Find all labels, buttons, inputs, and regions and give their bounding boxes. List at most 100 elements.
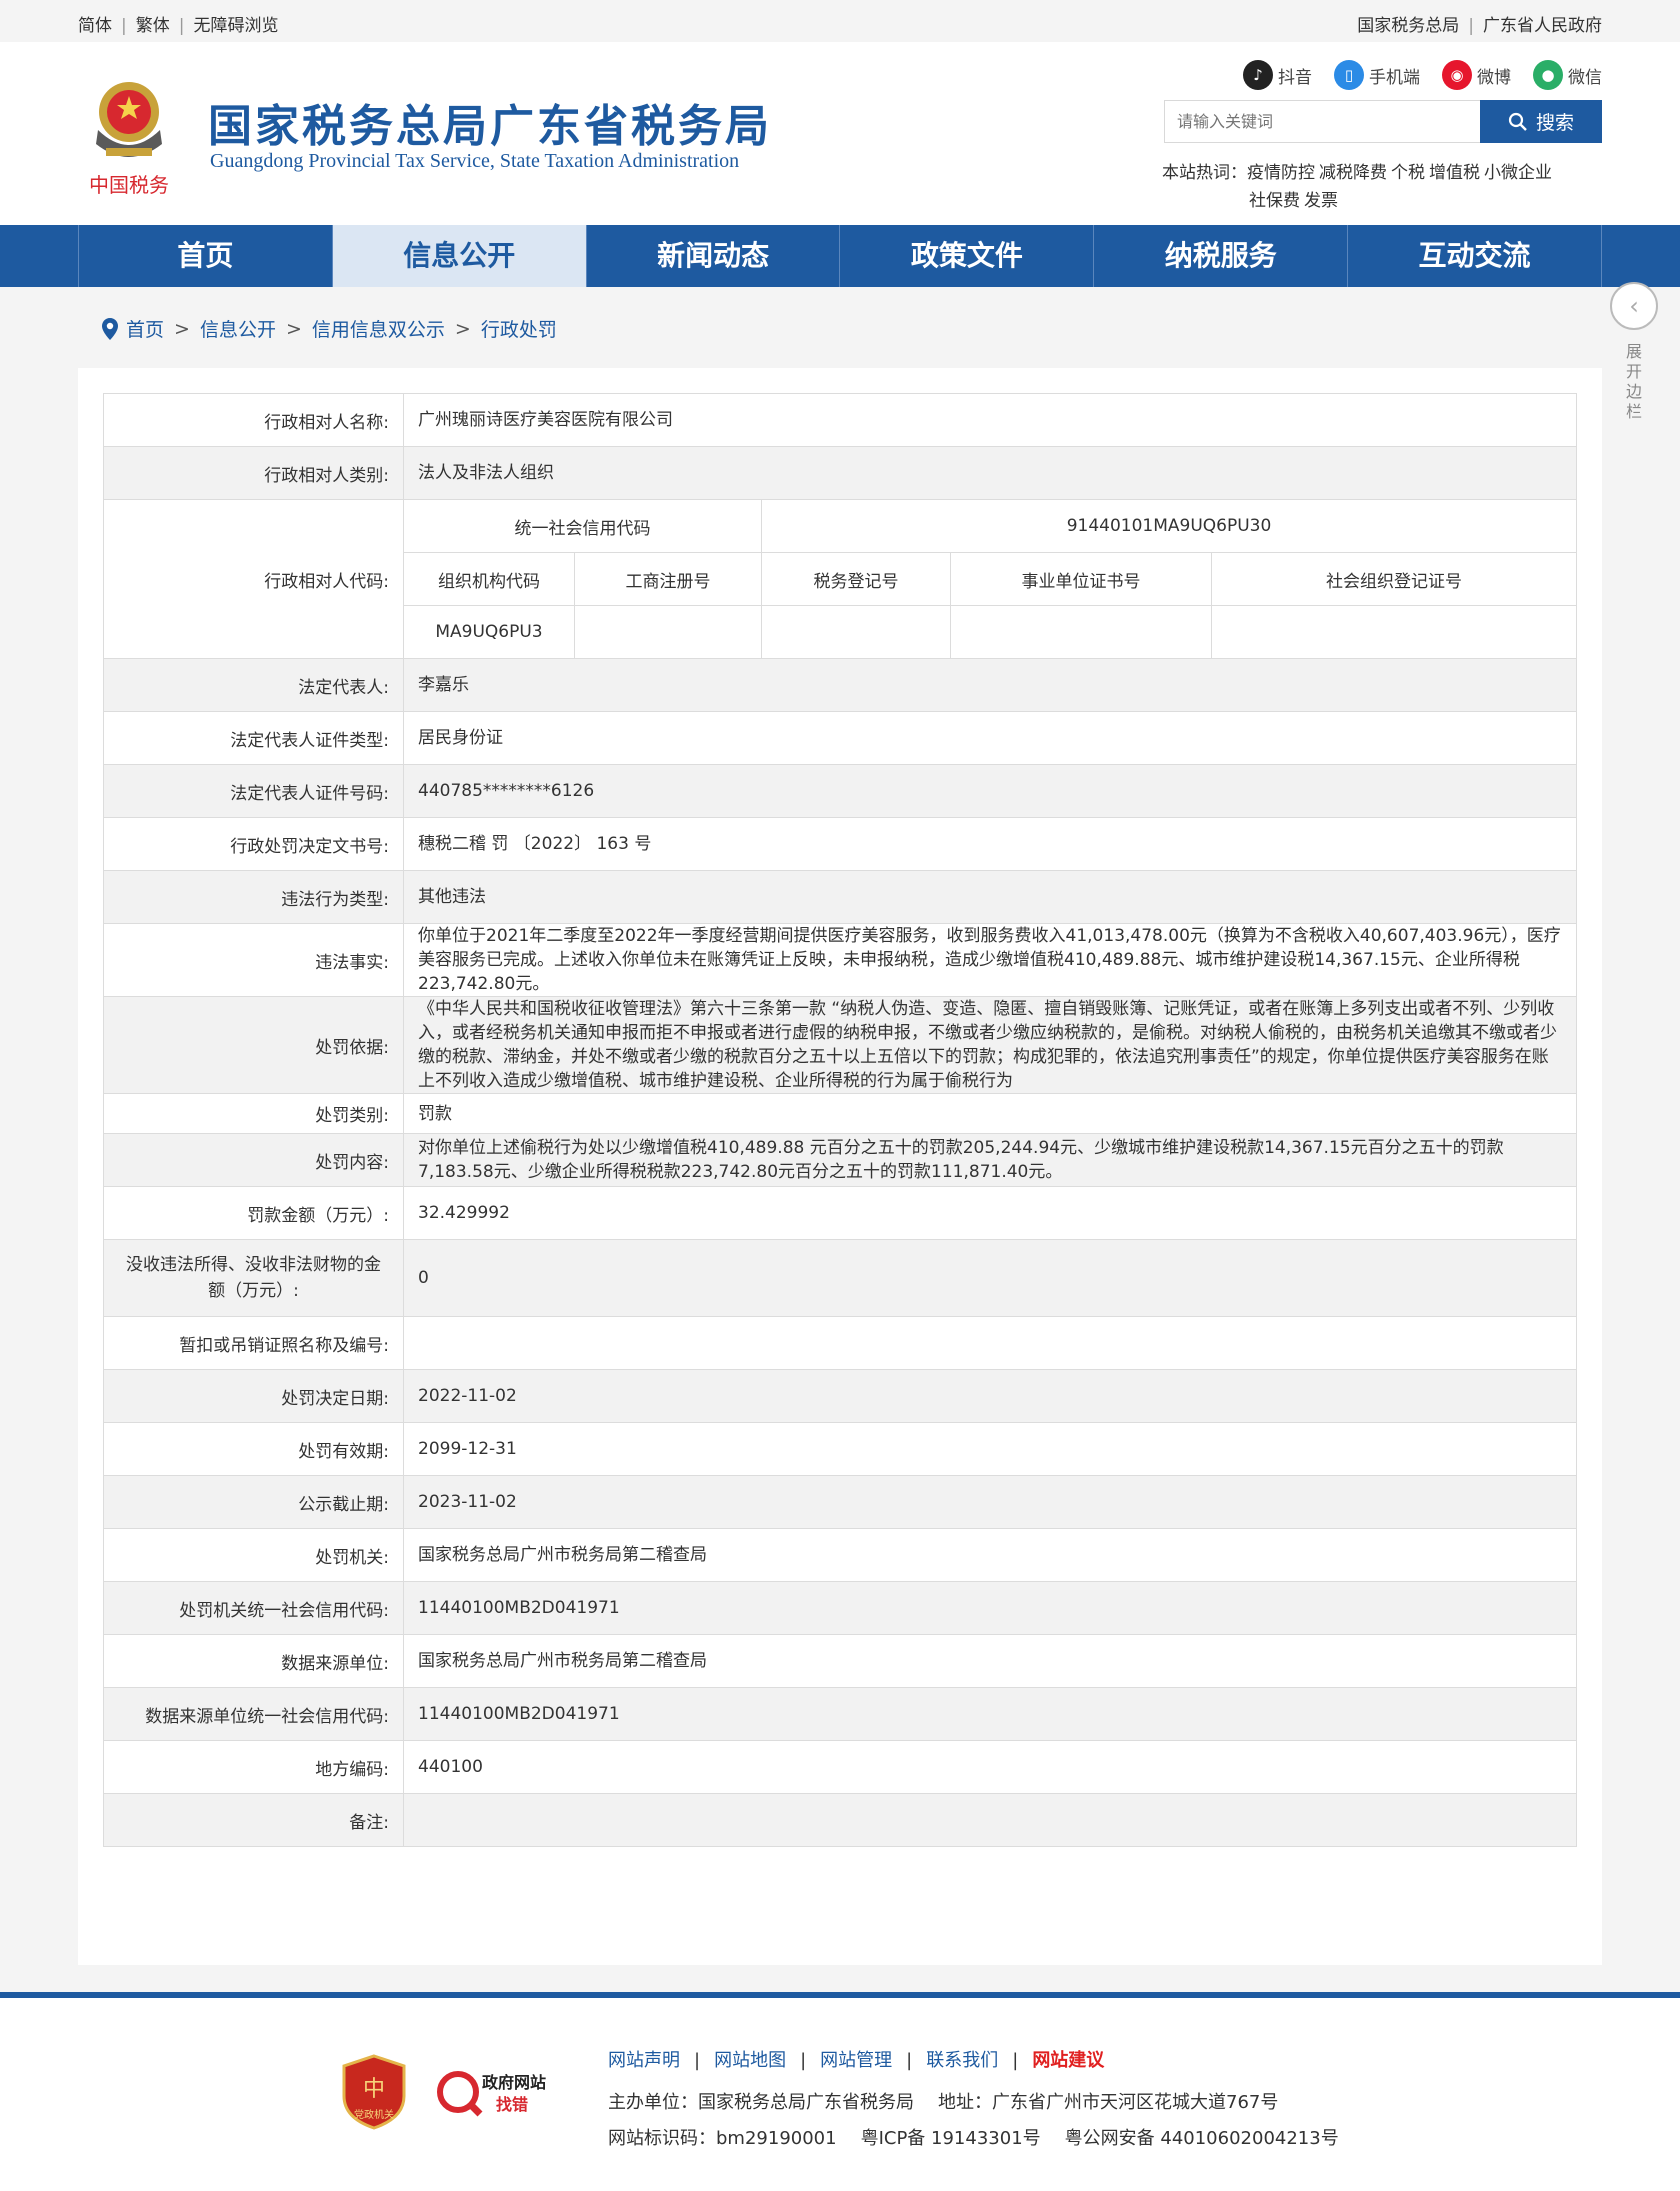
field-label: 法定代表人: [103, 658, 404, 712]
footer-links: 网站声明 | 网站地图 | 网站管理 | 联系我们 | 网站建议 [608, 2050, 1105, 2071]
field-value [403, 1316, 1577, 1370]
weibo-link[interactable]: ◉ 微博 [1442, 60, 1511, 90]
footer-link-suggestion[interactable]: 网站建议 [1032, 2050, 1104, 2071]
field-value: 你单位于2021年二季度至2022年一季度经营期间提供医疗美容服务，收到服务费收… [403, 923, 1577, 997]
hot-word[interactable]: 社保费 [1249, 191, 1300, 211]
footer-address: 地址：广东省广州市天河区花城大道767号 [938, 2092, 1279, 2113]
hot-word[interactable]: 发票 [1304, 191, 1338, 211]
hot-word[interactable]: 增值税 [1429, 163, 1480, 183]
field-label: 违法事实: [103, 923, 404, 997]
field-label: 处罚类别: [103, 1093, 404, 1134]
hot-words: 本站热词：疫情防控 减税降费 个税 增值税 小微企业 社保费 发票 [1162, 159, 1602, 215]
search-button[interactable]: 搜索 [1480, 100, 1602, 143]
field-label: 行政相对人代码: [103, 499, 404, 659]
breadcrumb-penalty[interactable]: 行政处罚 [481, 315, 557, 342]
douyin-label: 抖音 [1278, 67, 1312, 88]
footer-site-id: 网站标识码：bm29190001 [608, 2128, 837, 2149]
douyin-link[interactable]: ♪ 抖音 [1243, 60, 1312, 90]
field-label: 罚款金额（万元）: [103, 1186, 404, 1240]
field-value: 2099-12-31 [403, 1422, 1577, 1476]
field-label: 处罚决定日期: [103, 1369, 404, 1423]
party-gov-badge[interactable]: 中 党政机关 [340, 2054, 408, 2130]
code-value [950, 605, 1212, 659]
nav-news[interactable]: 新闻动态 [587, 225, 841, 287]
nav-tax-service[interactable]: 纳税服务 [1094, 225, 1349, 287]
mobile-icon: ▯ [1334, 60, 1364, 90]
penalty-record-table: 行政相对人名称: 广州瑰丽诗医疗美容医院有限公司 行政相对人类别: 法人及非法人… [103, 393, 1577, 1847]
footer-link-contact[interactable]: 联系我们 [926, 2050, 998, 2071]
code-header: 税务登记号 [761, 552, 951, 606]
site-subtitle: Guangdong Provincial Tax Service, State … [210, 150, 740, 172]
hot-word[interactable]: 疫情防控 [1247, 163, 1315, 183]
main-nav: 首页 信息公开 新闻动态 政策文件 纳税服务 互动交流 [0, 225, 1680, 287]
search-bar: 搜索 [1164, 100, 1602, 143]
footer-link-sitemap[interactable]: 网站地图 [714, 2050, 786, 2071]
code-header: 社会组织登记证号 [1211, 552, 1577, 606]
breadcrumb-info[interactable]: 信息公开 [200, 315, 276, 342]
code-header: 工商注册号 [574, 552, 762, 606]
footer-police-link[interactable]: 粤公网安备 44010602004213号 [1065, 2128, 1339, 2149]
mobile-label: 手机端 [1369, 67, 1420, 88]
sta-link[interactable]: 国家税务总局 [1357, 16, 1459, 36]
record-card: 行政相对人名称: 广州瑰丽诗医疗美容医院有限公司 行政相对人类别: 法人及非法人… [78, 368, 1602, 1965]
field-label: 处罚依据: [103, 996, 404, 1094]
site-header: 中国税务 国家税务总局广东省税务局 Guangdong Provincial T… [0, 42, 1680, 225]
breadcrumb-credit[interactable]: 信用信息双公示 [312, 315, 445, 342]
field-value: 国家税务总局广州市税务局第二稽查局 [403, 1528, 1577, 1582]
code-header: 组织机构代码 [403, 552, 575, 606]
field-value: 穗税二稽 罚 〔2022〕 163 号 [403, 817, 1577, 871]
emblem-text: 中国税务 [89, 173, 169, 197]
mobile-link[interactable]: ▯ 手机端 [1334, 60, 1420, 90]
hot-word[interactable]: 个税 [1391, 163, 1425, 183]
code-value [761, 605, 951, 659]
footer-icp-link[interactable]: 粤ICP备 19143301号 [861, 2128, 1041, 2149]
tax-emblem-logo[interactable]: 中国税务 [80, 70, 178, 200]
footer-link-statement[interactable]: 网站声明 [608, 2050, 680, 2071]
field-value: 居民身份证 [403, 711, 1577, 765]
nav-interaction[interactable]: 互动交流 [1348, 225, 1602, 287]
sidebar-toggle[interactable]: ‹ 展开边栏 [1610, 282, 1658, 422]
field-label: 处罚机关: [103, 1528, 404, 1582]
location-pin-icon [102, 317, 118, 340]
code-value: MA9UQ6PU3 [403, 605, 575, 659]
footer-host-line: 主办单位：国家税务总局广东省税务局 地址：广东省广州市天河区花城大道767号 [608, 2088, 1278, 2114]
field-value: 0 [403, 1239, 1577, 1317]
sidebar-toggle-label: 展开边栏 [1625, 342, 1642, 421]
hot-word[interactable]: 小微企业 [1484, 163, 1552, 183]
accessibility-link[interactable]: 无障碍浏览 [193, 16, 278, 36]
badge2-sub: 找错 [496, 2095, 528, 2114]
code-value: 91440101MA9UQ6PU30 [761, 499, 1577, 553]
field-label: 行政处罚决定文书号: [103, 817, 404, 871]
top-bar: 简体 | 繁体 | 无障碍浏览 国家税务总局 | 广东省人民政府 [0, 0, 1680, 42]
site-title[interactable]: 国家税务总局广东省税务局 [208, 90, 772, 154]
hot-word[interactable]: 减税降费 [1319, 163, 1387, 183]
field-label: 违法行为类型: [103, 870, 404, 924]
field-label: 暂扣或吊销证照名称及编号: [103, 1316, 404, 1370]
simplified-link[interactable]: 简体 [78, 16, 112, 36]
field-label: 处罚机关统一社会信用代码: [103, 1581, 404, 1635]
wechat-link[interactable]: ● 微信 [1533, 60, 1602, 90]
field-value: 罚款 [403, 1093, 1577, 1134]
field-label: 数据来源单位: [103, 1634, 404, 1688]
badge2-title: 政府网站 [482, 2073, 546, 2092]
field-value: 32.429992 [403, 1186, 1577, 1240]
nav-home[interactable]: 首页 [78, 225, 333, 287]
nav-policy[interactable]: 政策文件 [840, 225, 1095, 287]
field-value: 其他违法 [403, 870, 1577, 924]
gd-gov-link[interactable]: 广东省人民政府 [1483, 16, 1602, 36]
footer-link-management[interactable]: 网站管理 [820, 2050, 892, 2071]
gov-site-error-badge[interactable]: 政府网站 找错 [434, 2064, 564, 2120]
traditional-link[interactable]: 繁体 [136, 16, 170, 36]
field-label: 备注: [103, 1793, 404, 1847]
field-label: 地方编码: [103, 1740, 404, 1794]
top-bar-right: 国家税务总局 | 广东省人民政府 [1357, 16, 1602, 36]
code-header: 统一社会信用代码 [403, 499, 762, 553]
field-label: 处罚内容: [103, 1133, 404, 1187]
nav-info-disclosure[interactable]: 信息公开 [332, 225, 587, 287]
search-input[interactable] [1164, 100, 1480, 143]
footer-reg-line: 网站标识码：bm29190001 粤ICP备 19143301号 粤公网安备 440… [608, 2124, 1339, 2150]
code-value [1211, 605, 1577, 659]
breadcrumb-home[interactable]: 首页 [126, 315, 164, 342]
badge1-text: 党政机关 [354, 2108, 394, 2121]
top-bar-left: 简体 | 繁体 | 无障碍浏览 [78, 16, 279, 36]
